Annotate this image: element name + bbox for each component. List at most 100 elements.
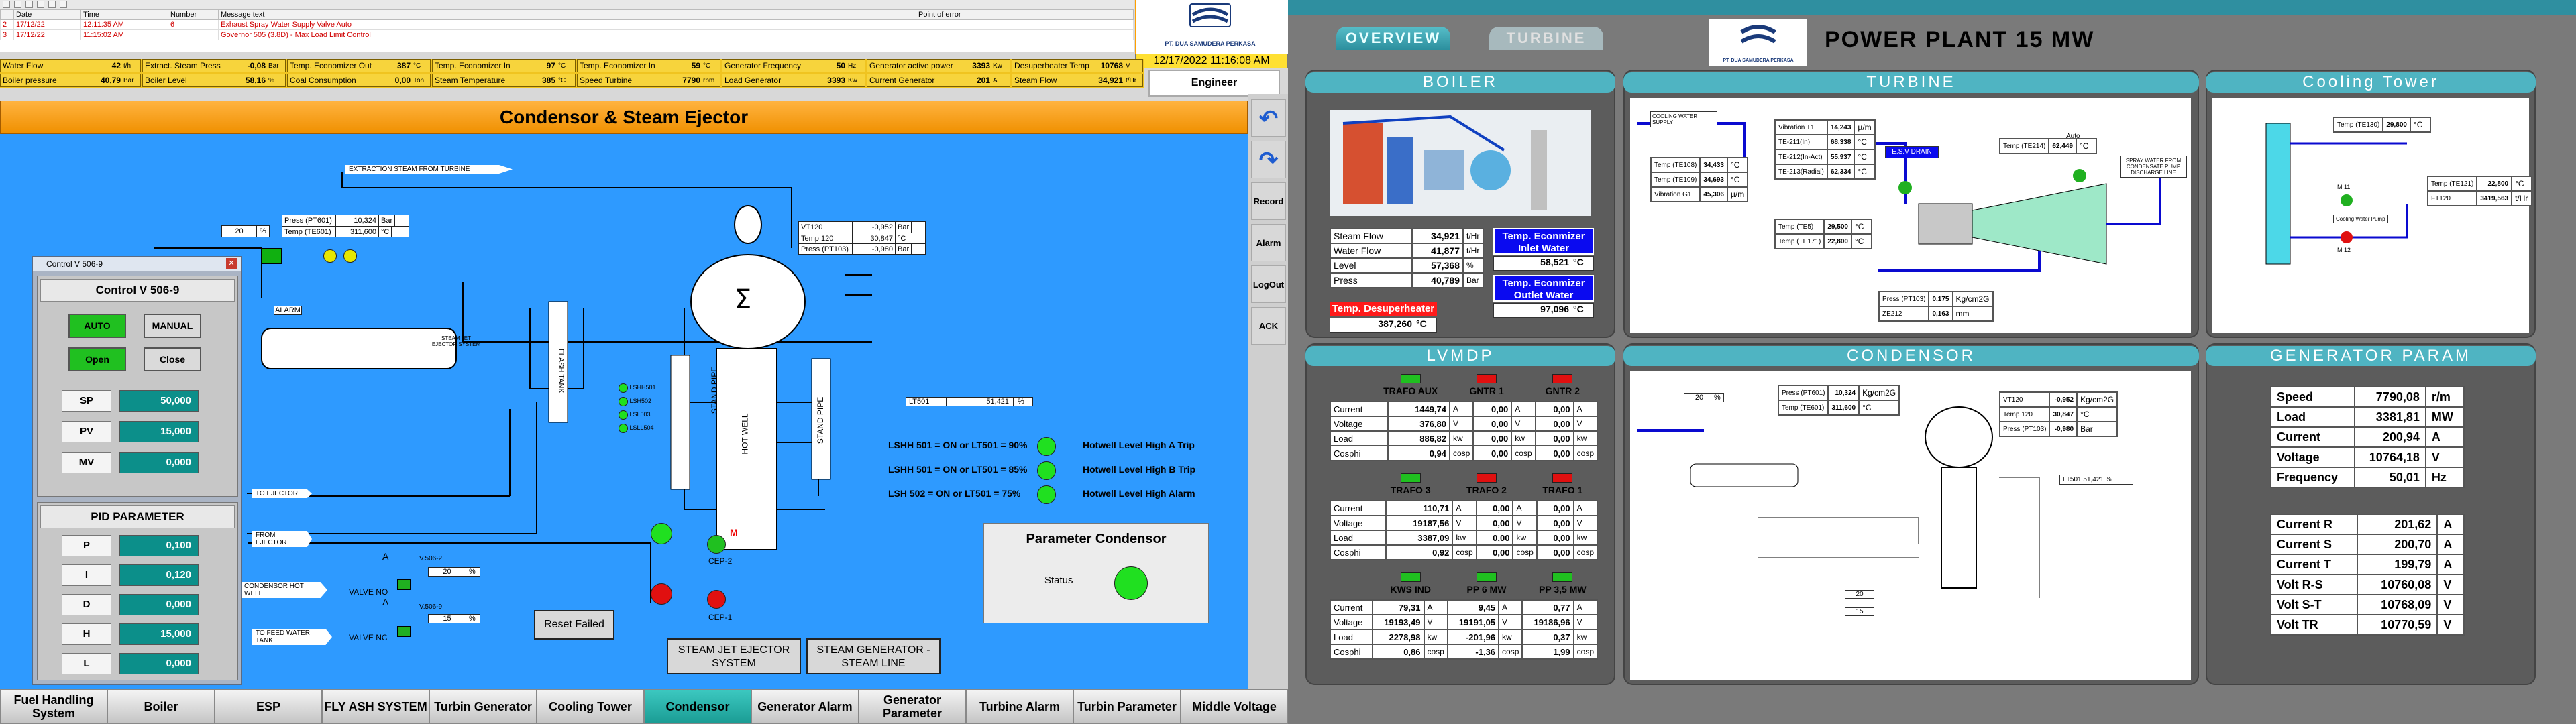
lvmdp-unit: kw xyxy=(1452,530,1477,546)
lvmdp-feeder: TRAFO 1 xyxy=(1525,473,1601,495)
flash-tank-label: FLASH TANK xyxy=(557,349,565,394)
control-window[interactable]: Control V 506-9 ✕ Control V 506-9 AUTO MA… xyxy=(32,256,241,685)
pid-row[interactable]: P 0,100 xyxy=(62,535,199,556)
reading-row: Speed 7790,08 r/m xyxy=(2270,386,2465,408)
cep1-pump-icon[interactable] xyxy=(707,590,726,609)
pid-value[interactable]: 15,000 xyxy=(119,623,199,645)
status-value: 3393 xyxy=(972,61,990,70)
alarm-row[interactable]: 2 17/12/22 12:11:35 AM 6 Exhaust Spray W… xyxy=(0,19,1134,30)
toolbar-icon[interactable] xyxy=(37,1,44,8)
record-button[interactable]: Record xyxy=(1251,182,1286,220)
close-button[interactable]: Close xyxy=(144,347,201,371)
toolbar-icon[interactable] xyxy=(25,1,33,8)
pid-value[interactable]: 0,000 xyxy=(119,653,199,674)
steam-generator-button[interactable]: STEAM GENERATOR - STEAM LINE xyxy=(806,638,941,674)
turbine-te214-table: Temp (TE214) 62,449 °C xyxy=(1998,138,2097,154)
alarm-row[interactable]: 3 17/12/22 11:15:02 AM Governor 505 (3.8… xyxy=(0,29,1134,40)
vt-row: Temp 120 30,847 °C xyxy=(799,233,925,243)
nav-tab-cooling-tower[interactable]: Cooling Tower xyxy=(537,689,644,724)
steam-jet-ejector-button[interactable]: STEAM JET EJECTOR SYSTEM xyxy=(667,638,801,674)
reading-label: Current S xyxy=(2269,534,2359,555)
toolbar-icon[interactable] xyxy=(3,1,10,8)
logout-button[interactable]: LogOut xyxy=(1251,265,1286,303)
lvmdp-row: Current 79,31 A 9,45 A 0,77 A xyxy=(1329,599,1599,615)
alarm-col-time: Time xyxy=(80,9,168,20)
top-band xyxy=(1288,0,2576,15)
nav-tab-fly-ash-system[interactable]: FLY ASH SYSTEM xyxy=(322,689,429,724)
undo-icon[interactable]: ↶ xyxy=(1251,99,1286,137)
window-title: Control V 506-9 xyxy=(46,259,103,269)
redo-icon[interactable]: ↷ xyxy=(1251,141,1286,178)
toolbar-icon[interactable] xyxy=(48,1,56,8)
condensor-valve-no[interactable]: 20 xyxy=(1845,590,1874,599)
pid-row[interactable]: D 0,000 xyxy=(62,594,199,615)
alarm-button[interactable]: Alarm xyxy=(1251,224,1286,261)
nav-tab-fuel-handling-system[interactable]: Fuel Handling System xyxy=(0,689,107,724)
nav-tab-generator-alarm[interactable]: Generator Alarm xyxy=(751,689,859,724)
nav-tab-middle-voltage[interactable]: Middle Voltage xyxy=(1181,689,1288,724)
toolbar-icon[interactable] xyxy=(60,1,67,8)
valve-no-icon[interactable] xyxy=(397,579,411,590)
nav-tab-turbine-alarm[interactable]: Turbine Alarm xyxy=(966,689,1073,724)
feeder-name: GNTR 1 xyxy=(1469,385,1504,396)
user-role[interactable]: Engineer xyxy=(1148,70,1280,97)
from-ejector-tag: FROM EJECTOR xyxy=(252,531,312,547)
unit: °C xyxy=(2511,176,2533,192)
pid-value[interactable]: 0,000 xyxy=(119,594,199,615)
reading-value: 34,693 xyxy=(1699,172,1728,188)
valve-no-setpoint[interactable]: 20% xyxy=(428,567,480,577)
condensor-valve-nc[interactable]: 15 xyxy=(1845,607,1874,616)
status-cell: Desuperheater Temp 10768 V xyxy=(1012,59,1143,72)
reading-unit: A xyxy=(2436,554,2465,575)
cep2-pump-icon[interactable] xyxy=(707,535,726,554)
alarm-col-date: Date xyxy=(13,9,81,20)
nav-tab-generator-parameter[interactable]: Generator Parameter xyxy=(859,689,966,724)
reading-row: Volt TR 10770,59 V xyxy=(2269,614,2465,636)
condensor-vt-table: VT120 -0,952 Kg/cm2G Temp 120 30,847 °C Press … xyxy=(1998,391,2118,437)
pid-value[interactable]: 0,100 xyxy=(119,535,199,556)
extraction-steam-tag: EXTRACTION STEAM FROM TURBINE xyxy=(345,165,513,174)
level-switch-item: LSL503 xyxy=(619,408,656,421)
lvmdp-value: 19186,96 xyxy=(1521,614,1574,630)
to-ejector-tag: TO EJECTOR xyxy=(252,489,312,498)
pid-row[interactable]: L 0,000 xyxy=(62,653,199,674)
nav-tab-boiler[interactable]: Boiler xyxy=(107,689,215,724)
control-window-titlebar[interactable]: Control V 506-9 ✕ xyxy=(33,257,241,272)
tab-turbine[interactable]: TURBINE xyxy=(1489,27,1603,50)
tab-overview[interactable]: OVERVIEW xyxy=(1336,27,1450,50)
toolbar-icon[interactable] xyxy=(14,1,21,8)
sp-row[interactable]: SP 50,000 xyxy=(62,390,199,412)
nav-tab-turbin-parameter[interactable]: Turbin Parameter xyxy=(1073,689,1181,724)
open-button[interactable]: Open xyxy=(68,347,126,371)
mv-value[interactable]: 0,000 xyxy=(119,452,199,473)
sp-value[interactable]: 50,000 xyxy=(119,390,199,412)
status-label: Steam Flow xyxy=(1014,76,1057,85)
nav-tab-condensor[interactable]: Condensor xyxy=(644,689,751,724)
manual-button[interactable]: MANUAL xyxy=(144,314,201,338)
auto-button[interactable]: AUTO xyxy=(68,314,126,338)
pid-value[interactable]: 0,120 xyxy=(119,564,199,586)
valve-nc-setpoint[interactable]: 15% xyxy=(428,614,480,623)
valve-percent-value: 20 xyxy=(222,226,257,237)
condensor-valve-pct[interactable]: 20% xyxy=(1684,393,1724,402)
reading-value: 200,94 xyxy=(2353,426,2426,448)
mv-row[interactable]: MV 0,000 xyxy=(62,452,199,473)
lvmdp-param: Cosphi xyxy=(1329,445,1389,461)
control-valve-icon[interactable] xyxy=(262,248,282,264)
alarm-list[interactable]: Date Time Number Message text Point of e… xyxy=(0,0,1134,52)
status-value: 387 xyxy=(396,61,411,70)
ack-button[interactable]: ACK xyxy=(1251,307,1286,345)
lvmdp-row: Voltage 19187,56 V 0,00 V 0,00 V xyxy=(1330,515,1599,531)
nav-tab-turbin-generator[interactable]: Turbin Generator xyxy=(429,689,537,724)
pid-row[interactable]: H 15,000 xyxy=(62,623,199,645)
valve-percent-box[interactable]: 20 % xyxy=(221,225,270,237)
nav-tab-esp[interactable]: ESP xyxy=(215,689,322,724)
value: -0,980 xyxy=(853,244,896,254)
close-icon[interactable]: ✕ xyxy=(226,258,237,269)
feeder-name: TRAFO 3 xyxy=(1390,485,1431,495)
reset-failed-button[interactable]: Reset Failed xyxy=(534,610,614,640)
reading-value: 30,847 xyxy=(2049,406,2078,422)
pump-m12-label: M 12 xyxy=(2337,247,2351,253)
pid-row[interactable]: I 0,120 xyxy=(62,564,199,586)
valve-nc-icon[interactable] xyxy=(397,626,411,637)
